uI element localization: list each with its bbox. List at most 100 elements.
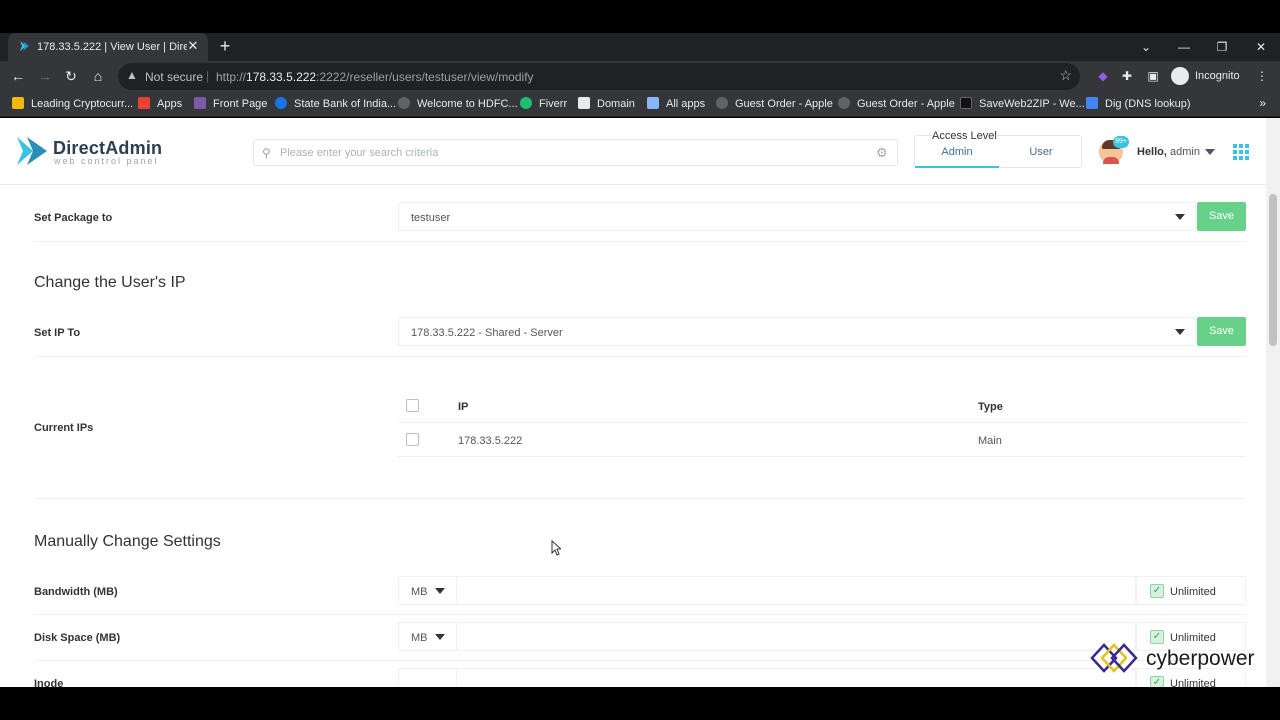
bandwidth-unit-select[interactable]: MB (398, 576, 456, 605)
bookmark-item[interactable]: Leading Cryptocurr... (12, 97, 133, 113)
search-box[interactable]: ⚲ ⚙ (253, 139, 898, 166)
bandwidth-label: Bandwidth (MB) (34, 586, 118, 598)
bookmark-label: Leading Cryptocurr... (31, 98, 134, 110)
checkmark-icon: ✓ (1150, 676, 1164, 687)
tab-title: 178.33.5.222 | View User | DirectA (37, 41, 187, 53)
bookmark-item[interactable]: Front Page (194, 97, 267, 113)
ip-column-header[interactable]: IP (458, 401, 468, 413)
bookmark-item[interactable]: SaveWeb2ZIP - We... (960, 97, 1085, 113)
bookmark-item[interactable]: Guest Order - Apple (838, 97, 955, 113)
globe-icon (398, 97, 410, 109)
bookmark-item[interactable]: Welcome to HDFC... (398, 97, 518, 113)
new-tab-icon[interactable]: + (217, 37, 233, 55)
ip-select[interactable]: 178.33.5.222 - Shared - Server (398, 317, 1196, 346)
url-text[interactable]: http://178.33.5.222:2222/reseller/users/… (216, 70, 534, 84)
browser-menu-icon[interactable]: ⋮ (1254, 68, 1270, 84)
screen: 178.33.5.222 | View User | DirectA ✕ + ⌄… (0, 0, 1280, 720)
bookmarks-bar: Leading Cryptocurr... Apps Front Page St… (0, 92, 1280, 117)
browser-tab-active[interactable]: 178.33.5.222 | View User | DirectA ✕ (8, 33, 208, 61)
access-tab-admin[interactable]: Admin (915, 146, 999, 168)
apple-icon (716, 97, 728, 109)
restore-window-icon[interactable]: ❐ (1214, 39, 1230, 55)
browser-tab-strip: 178.33.5.222 | View User | DirectA ✕ + ⌄… (0, 33, 1280, 61)
address-bar[interactable]: ▲ Not secure | http://178.33.5.222:2222/… (118, 63, 1080, 90)
type-cell: Main (978, 435, 1002, 447)
row-divider (34, 498, 1246, 499)
access-level-title: Access Level (932, 130, 997, 142)
bandwidth-input[interactable] (456, 576, 1136, 605)
bookmark-item[interactable]: State Bank of India... (275, 97, 396, 113)
save-ip-button[interactable]: Save (1197, 317, 1246, 346)
notification-badge[interactable]: 99+ (1113, 136, 1129, 148)
user-greeting[interactable]: Hello, admin (1137, 146, 1200, 158)
bandwidth-unlimited-checkbox[interactable]: ✓ Unlimited (1136, 576, 1246, 605)
directadmin-logo-icon[interactable] (15, 133, 49, 169)
row-checkbox[interactable] (406, 433, 419, 446)
manual-settings-heading: Manually Change Settings (34, 533, 221, 550)
home-icon[interactable]: ⌂ (90, 68, 106, 84)
package-select[interactable]: testuser (398, 202, 1196, 231)
side-panel-icon[interactable]: ▣ (1145, 68, 1161, 84)
url-host: 178.33.5.222 (246, 70, 317, 84)
bookmark-item[interactable]: All apps (647, 97, 705, 113)
tab-close-icon[interactable]: ✕ (186, 39, 200, 53)
bookmark-label: Dig (DNS lookup) (1105, 98, 1191, 110)
hello-prefix: Hello, (1137, 146, 1167, 158)
inode-label: Inode (34, 678, 64, 687)
page-scrollbar[interactable] (1266, 118, 1280, 687)
type-column-header[interactable]: Type (978, 401, 1003, 413)
bookmark-item[interactable]: Domain (578, 97, 635, 113)
bookmark-star-icon[interactable]: ☆ (1059, 67, 1072, 84)
extension-badge-icon[interactable]: ◆ (1095, 68, 1111, 84)
bookmark-favicon-icon (578, 97, 590, 109)
incognito-label[interactable]: Incognito (1195, 70, 1240, 82)
disk-space-unit-select[interactable]: MB (398, 622, 456, 651)
reload-icon[interactable]: ↻ (63, 68, 79, 84)
apple-icon (838, 97, 850, 109)
table-row-divider (398, 456, 1246, 457)
watermark-text: cyberpower (1146, 647, 1255, 670)
bookmarks-overflow-icon[interactable]: » (1259, 96, 1266, 110)
unit-value: MB (411, 632, 428, 644)
bookmark-label: State Bank of India... (294, 98, 397, 110)
disk-space-input[interactable] (456, 622, 1136, 651)
incognito-icon[interactable] (1171, 67, 1189, 85)
bookmark-label: Fiverr (539, 98, 568, 110)
inode-unit-select[interactable] (398, 668, 456, 687)
bookmark-favicon-icon (647, 97, 659, 109)
apps-grid-icon[interactable] (1233, 144, 1249, 160)
forward-arrow-icon[interactable]: → (37, 68, 53, 84)
back-arrow-icon[interactable]: ← (10, 68, 26, 84)
brand-subtitle: web control panel (54, 156, 159, 166)
select-all-checkbox[interactable] (406, 399, 419, 412)
row-divider (34, 660, 1246, 661)
bookmark-item[interactable]: Dig (DNS lookup) (1086, 97, 1191, 113)
minimize-window-icon[interactable]: — (1176, 39, 1192, 55)
not-secure-label[interactable]: Not secure (145, 70, 203, 84)
warning-triangle-icon[interactable]: ▲ (126, 68, 140, 82)
bookmark-item[interactable]: Fiverr (520, 97, 567, 113)
bookmark-favicon-icon (194, 97, 206, 109)
ip-cell: 178.33.5.222 (458, 435, 523, 447)
apps-grid-icon (138, 97, 150, 109)
scrollbar-thumb[interactable] (1269, 194, 1277, 346)
search-settings-gear-icon[interactable]: ⚙ (876, 146, 889, 159)
inode-input[interactable] (456, 668, 1136, 687)
tab-search-chevron-icon[interactable]: ⌄ (1138, 39, 1154, 55)
save-package-button[interactable]: Save (1197, 202, 1246, 231)
unlimited-label: Unlimited (1170, 586, 1216, 598)
disk-space-label: Disk Space (MB) (34, 632, 121, 644)
close-window-icon[interactable]: ✕ (1253, 39, 1269, 55)
extensions-puzzle-icon[interactable]: ✚ (1119, 68, 1135, 84)
set-ip-label: Set IP To (34, 327, 81, 339)
chevron-down-icon (435, 634, 445, 640)
bookmark-item[interactable]: Guest Order - Apple (716, 97, 833, 113)
user-menu-caret-icon[interactable] (1205, 149, 1215, 155)
bookmark-favicon-icon (960, 97, 972, 109)
bookmark-label: Guest Order - Apple (735, 98, 833, 110)
letterbox-bottom (0, 687, 1280, 720)
search-input[interactable] (280, 144, 860, 162)
access-tab-user[interactable]: User (999, 146, 1083, 168)
bookmark-favicon-icon (12, 97, 24, 109)
bookmark-item[interactable]: Apps (138, 97, 182, 113)
